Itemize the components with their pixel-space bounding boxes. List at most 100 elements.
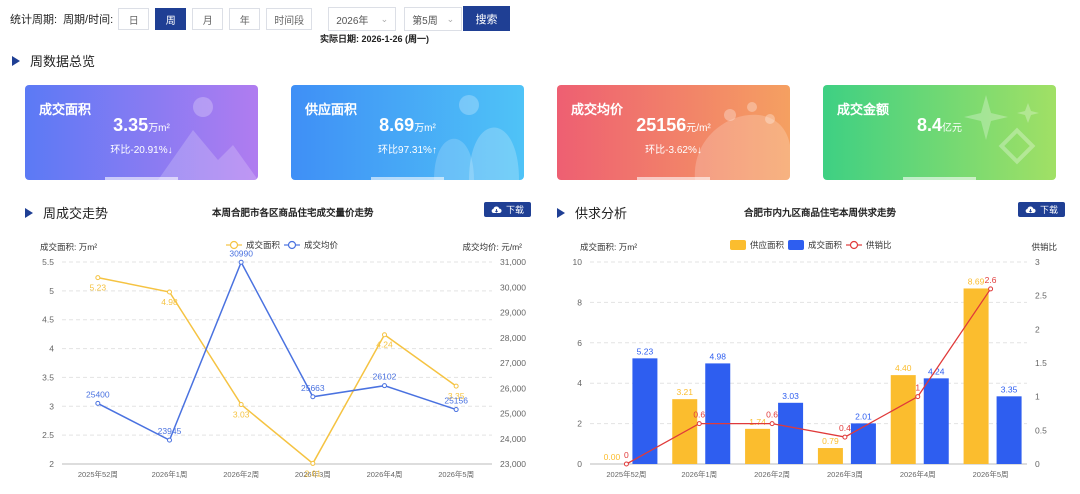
bar-label: 3.35 [1001, 384, 1018, 394]
trend-download-button[interactable]: 下载 [484, 202, 531, 217]
data-point [453, 383, 459, 389]
y-tick-left: 4 [49, 344, 54, 354]
chevron-down-icon: ⌄ [446, 13, 455, 24]
y-tick-left: 2.5 [42, 430, 54, 440]
x-tick-label: 2026年1周 [681, 469, 717, 479]
period-label: 统计周期: [10, 14, 58, 26]
week-select[interactable]: 第5周 ⌄ [404, 7, 463, 31]
triangle-marker-icon [12, 55, 20, 66]
data-label: 4.98 [161, 297, 178, 307]
data-label: 4.24 [376, 340, 393, 350]
data-label: 30990 [229, 248, 253, 258]
card-change: 环比-20.91%↓ [110, 145, 173, 156]
y-tick-right: 26,000 [500, 383, 526, 393]
y-tick-left: 6 [577, 338, 582, 348]
trend-download-label: 下载 [505, 205, 524, 215]
overview-card: 成交面积 3.35万m² 环比-20.91%↓ [25, 85, 258, 180]
bar-label: 4.40 [895, 363, 912, 373]
y-tick-left: 3.5 [42, 372, 54, 382]
data-label: 26102 [373, 372, 397, 382]
bar [963, 288, 989, 464]
bar [850, 423, 876, 464]
bar-label: 0.00 [604, 452, 621, 462]
search-button[interactable]: 搜索 [463, 6, 510, 31]
period-day-button[interactable]: 日 [118, 8, 150, 30]
y-tick-right: 28,000 [500, 333, 526, 343]
y-tick-left: 4.5 [42, 315, 54, 325]
legend-label: 成交均价 [304, 240, 339, 250]
legend-marker-icon [287, 240, 297, 250]
period-week-button[interactable]: 周 [155, 8, 187, 30]
year-select[interactable]: 2026年 ⌄ [328, 7, 397, 31]
bar-label: 2.01 [855, 411, 872, 421]
ratio-label: 0.4 [839, 423, 851, 433]
x-tick-label: 2026年1周 [152, 469, 188, 479]
ratio-label: 0.6 [766, 410, 778, 420]
card-value: 8.4亿元 [823, 115, 1056, 136]
legend-swatch-icon [788, 240, 804, 250]
card-bottom-bar [371, 177, 444, 180]
supply-section-title-text: 供求分析 [575, 206, 628, 221]
chevron-down-icon: ⌄ [380, 13, 389, 24]
y-tick-left: 5.5 [42, 257, 54, 267]
overview-card: 成交均价 25156元/m² 环比-3.62%↓ [557, 85, 790, 180]
bar [817, 448, 843, 464]
supply-section-title: 供求分析 [557, 203, 627, 222]
data-point [382, 383, 387, 389]
bar-label: 4.24 [928, 366, 945, 376]
y-tick-left: 4 [577, 378, 582, 388]
card-value-number: 3.35 [113, 115, 149, 135]
x-tick-label: 2026年2周 [754, 469, 790, 479]
y-tick-right: 3 [1035, 257, 1040, 267]
ratio-label: 0.6 [693, 410, 705, 420]
period-month-button[interactable]: 月 [192, 8, 224, 30]
bar [890, 375, 916, 464]
card-value-number: 8.69 [379, 115, 415, 135]
data-point [382, 332, 387, 338]
card-value: 8.69万m² [291, 115, 524, 136]
y-tick-left: 10 [573, 257, 583, 267]
data-label: 5.23 [90, 283, 107, 293]
y-tick-left: 2 [577, 419, 582, 429]
ratio-point [623, 461, 629, 467]
ratio-point [988, 286, 994, 292]
x-tick-label: 2026年2周 [223, 469, 259, 479]
bar-label: 0.79 [822, 436, 839, 446]
bar-label: 1.74 [749, 417, 766, 427]
bar-label: 3.21 [676, 387, 693, 397]
y-tick-right: 30,000 [500, 282, 526, 292]
y-axis-label-left: 成交面积: 万m² [580, 242, 637, 252]
cloud-download-icon [1025, 206, 1036, 214]
data-point [238, 259, 244, 265]
x-tick-label: 2026年3周 [827, 469, 863, 479]
ratio-point [696, 421, 702, 427]
ratio-point [769, 421, 775, 427]
card-value-unit: 亿元 [942, 123, 963, 134]
data-label: 2.01 [305, 468, 322, 478]
x-tick-label: 2026年5周 [973, 469, 1009, 479]
y-tick-left: 5 [49, 286, 54, 296]
y-tick-right: 24,000 [500, 434, 526, 444]
y-tick-right: 29,000 [500, 308, 526, 318]
legend-label: 供销比 [866, 240, 892, 250]
ratio-point [915, 394, 921, 400]
overview-title-text: 周数据总览 [30, 54, 96, 69]
card-value-unit: 万m² [148, 123, 170, 134]
ratio-point [842, 434, 848, 440]
y-tick-right: 2.5 [1035, 291, 1047, 301]
overview-card: 成交金额 8.4亿元 [823, 85, 1056, 180]
data-label: 25663 [301, 383, 325, 393]
period-year-button[interactable]: 年 [229, 8, 261, 30]
data-label: 25156 [444, 396, 468, 406]
card-value-number: 25156 [636, 115, 687, 135]
supply-download-button[interactable]: 下载 [1018, 202, 1065, 217]
card-value: 25156元/m² [557, 115, 790, 136]
data-point [167, 289, 172, 295]
bar-label: 3.03 [782, 391, 799, 401]
x-tick-label: 2026年5周 [438, 469, 474, 479]
triangle-marker-icon [25, 207, 33, 218]
y-tick-left: 3 [49, 401, 54, 411]
period-range-button[interactable]: 时间段 [266, 8, 313, 30]
triangle-marker-icon [557, 207, 565, 218]
bar-label: 8.69 [968, 276, 985, 286]
